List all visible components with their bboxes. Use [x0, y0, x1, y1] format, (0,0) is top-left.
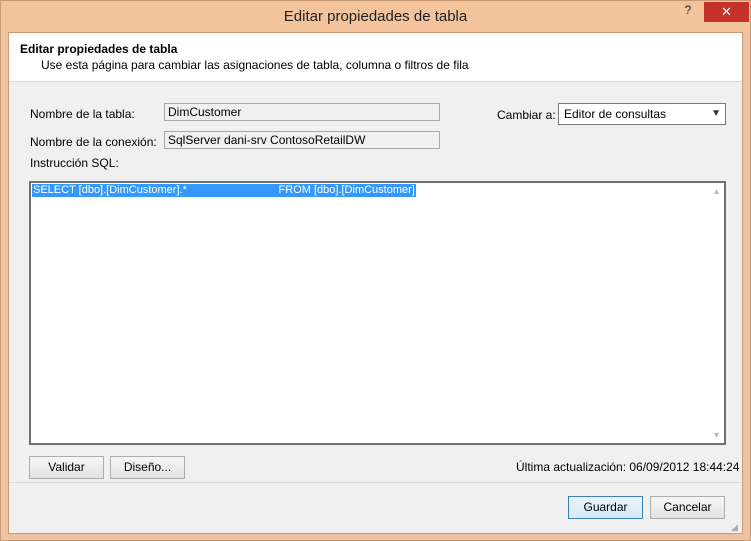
connection-name-field[interactable]: SqlServer dani-srv ContosoRetailDW [164, 131, 440, 149]
sql-statement-label: Instrucción SQL: [30, 156, 119, 170]
sql-selected-text: SELECT [dbo].[DimCustomer].* FROM [dbo].… [32, 184, 416, 197]
resize-grip-icon[interactable]: ◢ [731, 522, 741, 532]
footer-divider [9, 482, 742, 483]
header-panel: Editar propiedades de tabla Use esta pág… [9, 33, 742, 82]
connection-name-label: Nombre de la conexión: [30, 135, 157, 149]
scroll-down-icon[interactable]: ▼ [712, 430, 721, 440]
switch-to-dropdown[interactable]: Editor de consultas ▼ [558, 103, 726, 125]
close-icon: ✕ [721, 4, 732, 19]
header-title: Editar propiedades de tabla [20, 42, 178, 56]
sql-editor[interactable]: SELECT [dbo].[DimCustomer].* FROM [dbo].… [29, 181, 726, 445]
table-name-field[interactable]: DimCustomer [164, 103, 440, 121]
window-title: Editar propiedades de tabla [283, 8, 468, 25]
design-button[interactable]: Diseño... [110, 456, 185, 479]
save-button[interactable]: Guardar [568, 496, 643, 519]
title-bar[interactable]: Editar propiedades de tabla ? ✕ [1, 1, 750, 32]
scroll-up-icon[interactable]: ▲ [712, 186, 721, 196]
last-update-text: Última actualización: 06/09/2012 18:44:2… [516, 460, 740, 474]
table-name-label: Nombre de la tabla: [30, 107, 135, 121]
dialog-client-area: Editar propiedades de tabla Use esta pág… [8, 32, 743, 534]
header-description: Use esta página para cambiar las asignac… [41, 58, 469, 72]
chevron-down-icon: ▼ [711, 108, 721, 119]
validate-button[interactable]: Validar [29, 456, 104, 479]
close-button[interactable]: ✕ [704, 2, 749, 22]
cancel-button[interactable]: Cancelar [650, 496, 725, 519]
help-button[interactable]: ? [681, 3, 695, 17]
switch-to-selected: Editor de consultas [564, 107, 667, 121]
switch-to-label: Cambiar a: [497, 108, 556, 122]
dialog-window: Editar propiedades de tabla ? ✕ Editar p… [0, 0, 751, 541]
